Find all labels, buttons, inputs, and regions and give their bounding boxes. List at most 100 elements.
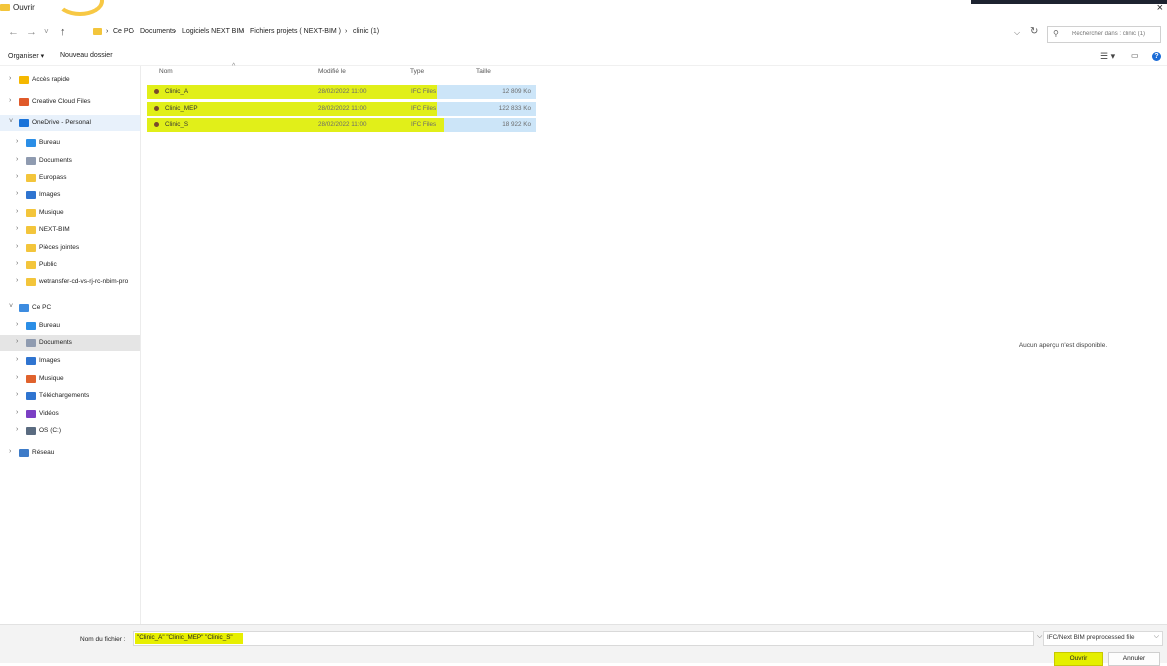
- sidebar-item-label: Bureau: [39, 322, 60, 329]
- up-arrow-icon[interactable]: ↑: [60, 26, 66, 38]
- refresh-icon[interactable]: ↻: [1030, 26, 1038, 37]
- column-header-type[interactable]: Type: [410, 68, 424, 75]
- breadcrumb-ce-pc[interactable]: Ce PC: [113, 28, 134, 35]
- chevron-right-icon[interactable]: ›: [16, 356, 18, 363]
- sidebar-item-label: Public: [39, 261, 57, 268]
- chevron-right-icon[interactable]: ›: [16, 338, 18, 345]
- search-input[interactable]: [1072, 27, 1158, 41]
- chevron-right-icon[interactable]: ›: [16, 138, 18, 145]
- chevron-right-icon[interactable]: ›: [16, 391, 18, 398]
- sidebar-item[interactable]: › Public: [0, 257, 140, 273]
- sidebar-item-label: wetransfer-cd-vs-rj-rc-nbim-pro: [39, 278, 129, 285]
- preview-pane-icon[interactable]: ▭: [1131, 51, 1139, 60]
- address-bar[interactable]: › Ce PC › Documents › Logiciels NEXT BIM…: [93, 25, 1010, 41]
- folder-icon: [26, 157, 36, 165]
- breadcrumb-fichiers-projets[interactable]: Fichiers projets ( NEXT-BIM ): [250, 28, 341, 35]
- sidebar-item[interactable]: › wetransfer-cd-vs-rj-rc-nbim-pro: [0, 274, 140, 290]
- organize-button[interactable]: Organiser ▾: [8, 52, 44, 60]
- sidebar-item[interactable]: › Images: [0, 353, 140, 369]
- sidebar-item-label: Téléchargements: [39, 392, 90, 399]
- sidebar-item[interactable]: › Musique: [0, 371, 140, 387]
- sidebar-item[interactable]: › Images: [0, 187, 140, 203]
- file-modified: 28/02/2022 11:00: [318, 105, 367, 112]
- sidebar-item[interactable]: › Bureau: [0, 318, 140, 334]
- sidebar-item[interactable]: › Creative Cloud Files: [0, 94, 140, 110]
- sidebar-item-label: NEXT-BIM: [39, 226, 70, 233]
- sidebar-item-label: OneDrive - Personal: [32, 119, 91, 126]
- folder-icon: [26, 209, 36, 217]
- file-modified: 28/02/2022 11:00: [318, 88, 367, 95]
- column-header-modified[interactable]: Modifié le: [318, 68, 346, 75]
- address-history-chevron-icon[interactable]: ⌵: [1014, 28, 1020, 38]
- chevron-right-icon[interactable]: ›: [16, 190, 18, 197]
- sidebar-item[interactable]: ˅ Ce PC: [0, 300, 140, 316]
- sidebar-item[interactable]: › Musique: [0, 205, 140, 221]
- sidebar-item[interactable]: › Europass: [0, 170, 140, 186]
- sidebar-item[interactable]: › OS (C:): [0, 423, 140, 439]
- sidebar-item-label: Creative Cloud Files: [32, 98, 91, 105]
- sidebar-item[interactable]: › Pièces jointes: [0, 240, 140, 256]
- recent-locations-icon[interactable]: ˅: [44, 27, 49, 36]
- chevron-right-icon[interactable]: ›: [16, 225, 18, 232]
- row-highlight: [147, 118, 444, 132]
- ifc-file-icon: [154, 122, 159, 127]
- filename-dropdown-chevron-icon[interactable]: ⌵: [1037, 633, 1042, 641]
- sidebar-item[interactable]: › Vidéos: [0, 406, 140, 422]
- cancel-button[interactable]: Annuler: [1108, 652, 1160, 666]
- sidebar-item-label: Réseau: [32, 449, 55, 456]
- sidebar-item[interactable]: › Accès rapide: [0, 72, 140, 88]
- file-type: IFC Files: [411, 121, 437, 128]
- column-header-name[interactable]: Nom: [159, 68, 173, 75]
- folder-icon: [19, 119, 29, 127]
- chevron-right-icon[interactable]: ›: [16, 156, 18, 163]
- breadcrumb-logiciels[interactable]: Logiciels NEXT BIM: [182, 28, 244, 35]
- sidebar-item[interactable]: › Réseau: [0, 445, 140, 461]
- sidebar-item[interactable]: › Documents: [0, 153, 140, 169]
- chevron-right-icon[interactable]: ›: [16, 374, 18, 381]
- sidebar-item[interactable]: › Téléchargements: [0, 388, 140, 404]
- breadcrumb-documents[interactable]: Documents: [140, 28, 175, 35]
- file-row[interactable]: Clinic_A 28/02/2022 11:00 IFC Files 12 809 …: [147, 85, 536, 99]
- sidebar-item-label: Europass: [39, 174, 67, 181]
- folder-icon: [26, 261, 36, 269]
- breadcrumb-clinic[interactable]: clinic (1): [353, 28, 379, 35]
- chevron-right-icon[interactable]: ›: [16, 173, 18, 180]
- chevron-right-icon[interactable]: ›: [16, 426, 18, 433]
- close-button[interactable]: ×: [1157, 2, 1163, 14]
- sidebar-item-label: Musique: [39, 375, 64, 382]
- chevron-right-icon[interactable]: ›: [16, 208, 18, 215]
- chevron-right-icon[interactable]: ›: [16, 243, 18, 250]
- help-icon[interactable]: ?: [1152, 52, 1161, 61]
- sidebar-item[interactable]: › Documents: [0, 335, 140, 351]
- filetype-select[interactable]: IFC/Next BIM preprocessed file ⌵: [1043, 631, 1163, 646]
- file-row[interactable]: Clinic_MEP 28/02/2022 11:00 IFC Files 122 8…: [147, 102, 536, 116]
- new-folder-button[interactable]: Nouveau dossier: [60, 52, 113, 59]
- view-options-icon[interactable]: ☰ ▾: [1100, 51, 1115, 62]
- open-button[interactable]: Ouvrir: [1054, 652, 1103, 666]
- chevron-down-icon[interactable]: ˅: [9, 118, 13, 125]
- file-modified: 28/02/2022 11:00: [318, 121, 367, 128]
- preview-pane: Aucun aperçu n'est disponible.: [959, 66, 1167, 624]
- chevron-right-icon[interactable]: ›: [16, 409, 18, 416]
- search-box[interactable]: ⚲: [1047, 26, 1161, 43]
- chevron-right-icon[interactable]: ›: [9, 448, 11, 455]
- chevron-right-icon[interactable]: ›: [9, 97, 11, 104]
- column-header-size[interactable]: Taille: [476, 68, 491, 75]
- chevron-right-icon[interactable]: ›: [9, 75, 11, 82]
- sidebar-item-label: Musique: [39, 209, 64, 216]
- chevron-down-icon[interactable]: ˅: [9, 303, 13, 310]
- chevron-right-icon[interactable]: ›: [16, 321, 18, 328]
- filename-input[interactable]: "Clinic_A" "Clinic_MEP" "Clinic_S": [133, 631, 1034, 646]
- forward-arrow-icon[interactable]: →: [26, 26, 37, 38]
- chevron-right-icon[interactable]: ›: [16, 277, 18, 284]
- sidebar-item[interactable]: › NEXT-BIM: [0, 222, 140, 238]
- ifc-file-icon: [154, 106, 159, 111]
- sidebar-item-label: Bureau: [39, 139, 60, 146]
- file-row[interactable]: Clinic_S 28/02/2022 11:00 IFC Files 18 922 …: [147, 118, 536, 132]
- sidebar-item[interactable]: › Bureau: [0, 135, 140, 151]
- sidebar-item-label: Images: [39, 357, 61, 364]
- chevron-right-icon[interactable]: ›: [16, 260, 18, 267]
- sidebar-item[interactable]: ˅ OneDrive - Personal: [0, 115, 140, 131]
- sidebar-item-label: Pièces jointes: [39, 244, 80, 251]
- back-arrow-icon[interactable]: ←: [8, 26, 19, 38]
